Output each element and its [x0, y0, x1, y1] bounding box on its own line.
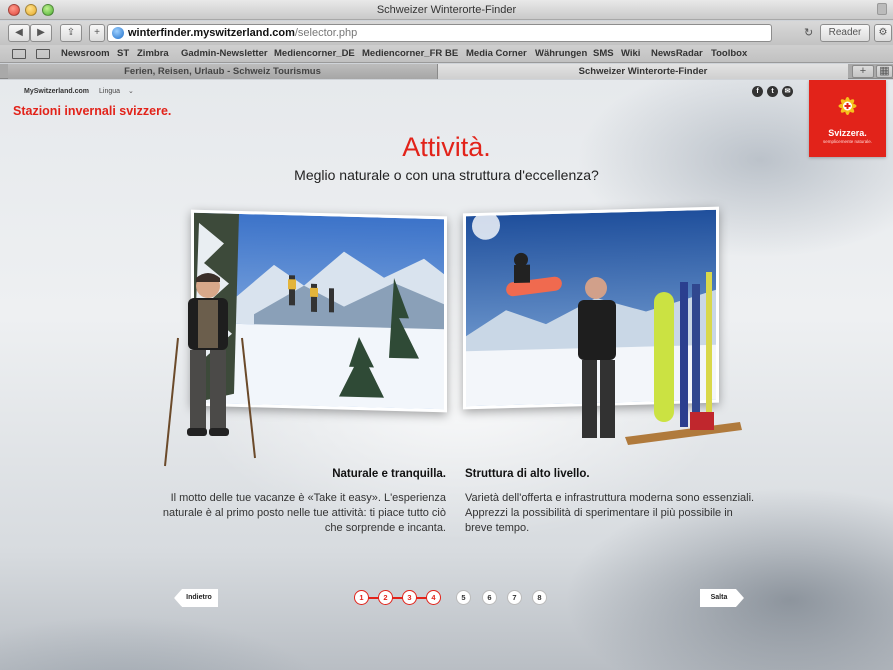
twitter-icon[interactable]: t	[767, 86, 778, 97]
bookmark-item[interactable]: Wiki	[621, 45, 640, 63]
step-indicator[interactable]: 1	[354, 590, 369, 605]
bookmark-item[interactable]: Newsroom	[61, 45, 110, 63]
tab-swiss-tourism[interactable]: Ferien, Reisen, Urlaub - Schweiz Tourism…	[8, 64, 438, 79]
close-window-button[interactable]	[8, 4, 20, 16]
site-subtitle: Stazioni invernali svizzere.	[13, 104, 172, 118]
chevron-down-icon[interactable]: ⌄	[128, 87, 134, 95]
forward-nav-button[interactable]: ▶	[30, 24, 52, 42]
bookmarks-bar: Newsroom ST Zimbra Gadmin-Newsletter Med…	[0, 45, 893, 63]
step-indicator[interactable]: 2	[378, 590, 393, 605]
back-nav-button[interactable]: ◀	[8, 24, 30, 42]
bookmark-item[interactable]: Gadmin-Newsletter	[181, 45, 268, 63]
facebook-icon[interactable]: f	[752, 86, 763, 97]
email-icon[interactable]: ✉	[782, 86, 793, 97]
window-titlebar: Schweizer Winterorte-Finder	[0, 0, 893, 20]
question-text: Meglio naturale o con una struttura d'ec…	[294, 167, 599, 183]
back-button[interactable]: Indietro	[174, 589, 218, 607]
reading-list-icon[interactable]	[12, 49, 26, 59]
url-path: /selector.php	[294, 27, 358, 39]
reader-button[interactable]: Reader	[820, 24, 870, 42]
address-bar[interactable]: winterfinder.myswitzerland.com/selector.…	[107, 24, 772, 42]
add-bookmark-button[interactable]: +	[89, 24, 105, 42]
bookmark-item[interactable]: Media Corner	[466, 45, 527, 63]
hiker-figure	[164, 273, 256, 467]
globe-icon	[112, 27, 124, 39]
web-page: MySwitzerland.com Lingua ⌄ Stazioni inve…	[0, 80, 893, 670]
forward-arrow-icon: ▶	[37, 27, 45, 38]
toolbar-toggle-icon[interactable]	[877, 3, 887, 15]
share-button[interactable]: ⇪	[60, 24, 82, 42]
bookmark-item[interactable]: Zimbra	[137, 45, 169, 63]
gear-icon: ⚙	[878, 27, 888, 38]
skip-button[interactable]: Salta	[700, 589, 744, 607]
back-arrow-icon: ◀	[15, 27, 23, 38]
step-progress: 1 2 3 4 5 6 7 8	[354, 588, 554, 608]
settings-button[interactable]: ⚙	[874, 24, 892, 42]
bookmark-item[interactable]: Mediencorner_DE	[274, 45, 355, 63]
top-sites-icon[interactable]	[36, 49, 50, 59]
step-indicator[interactable]: 8	[532, 590, 547, 605]
bookmark-item[interactable]: Toolbox	[711, 45, 747, 63]
minimize-window-button[interactable]	[25, 4, 37, 16]
tab-overview-button[interactable]: ▦	[876, 65, 893, 78]
tab-winter-finder[interactable]: Schweizer Winterorte-Finder	[438, 64, 848, 79]
grid-icon: ▦	[879, 65, 890, 77]
bookmark-item[interactable]: Währungen	[535, 45, 587, 63]
option-structure-description: Varietà dell'offerta e infrastruttura mo…	[465, 492, 755, 534]
plus-icon: +	[859, 65, 867, 77]
step-indicator[interactable]: 3	[402, 590, 417, 605]
zoom-window-button[interactable]	[42, 4, 54, 16]
option-structure-heading[interactable]: Struttura di alto livello.	[465, 468, 590, 480]
gear-figure	[578, 272, 742, 445]
bookmark-item[interactable]: ST	[117, 45, 129, 63]
edelweiss-icon	[838, 97, 857, 115]
language-selector[interactable]: Lingua	[99, 88, 120, 95]
window-title: Schweizer Winterorte-Finder	[376, 4, 517, 16]
page-title: Attività.	[402, 132, 491, 162]
url-host: winterfinder.myswitzerland.com	[128, 27, 295, 39]
step-indicator[interactable]: 4	[426, 590, 441, 605]
share-icon: ⇪	[66, 27, 76, 38]
bookmark-item[interactable]: Mediencorner_FR	[362, 45, 442, 63]
plus-icon: +	[94, 27, 100, 38]
option-natural-description: Il motto delle tue vacanze è «Take it ea…	[162, 492, 446, 534]
bookmark-item[interactable]: NewsRadar	[651, 45, 703, 63]
option-natural-heading[interactable]: Naturale e tranquilla.	[156, 468, 446, 480]
step-indicator[interactable]: 5	[456, 590, 471, 605]
browser-toolbar: ◀ ▶ ⇪ + winterfinder.myswitzerland.com/s…	[0, 21, 893, 45]
new-tab-button[interactable]: +	[852, 65, 874, 78]
site-logo-link[interactable]: MySwitzerland.com	[24, 88, 89, 95]
bookmark-item[interactable]: BE	[445, 45, 458, 63]
step-indicator[interactable]: 7	[507, 590, 522, 605]
bookmark-item[interactable]: SMS	[593, 45, 614, 63]
step-indicator[interactable]: 6	[482, 590, 497, 605]
tab-bar: Ferien, Reisen, Urlaub - Schweiz Tourism…	[0, 64, 893, 79]
reload-icon[interactable]: ↻	[804, 26, 813, 39]
